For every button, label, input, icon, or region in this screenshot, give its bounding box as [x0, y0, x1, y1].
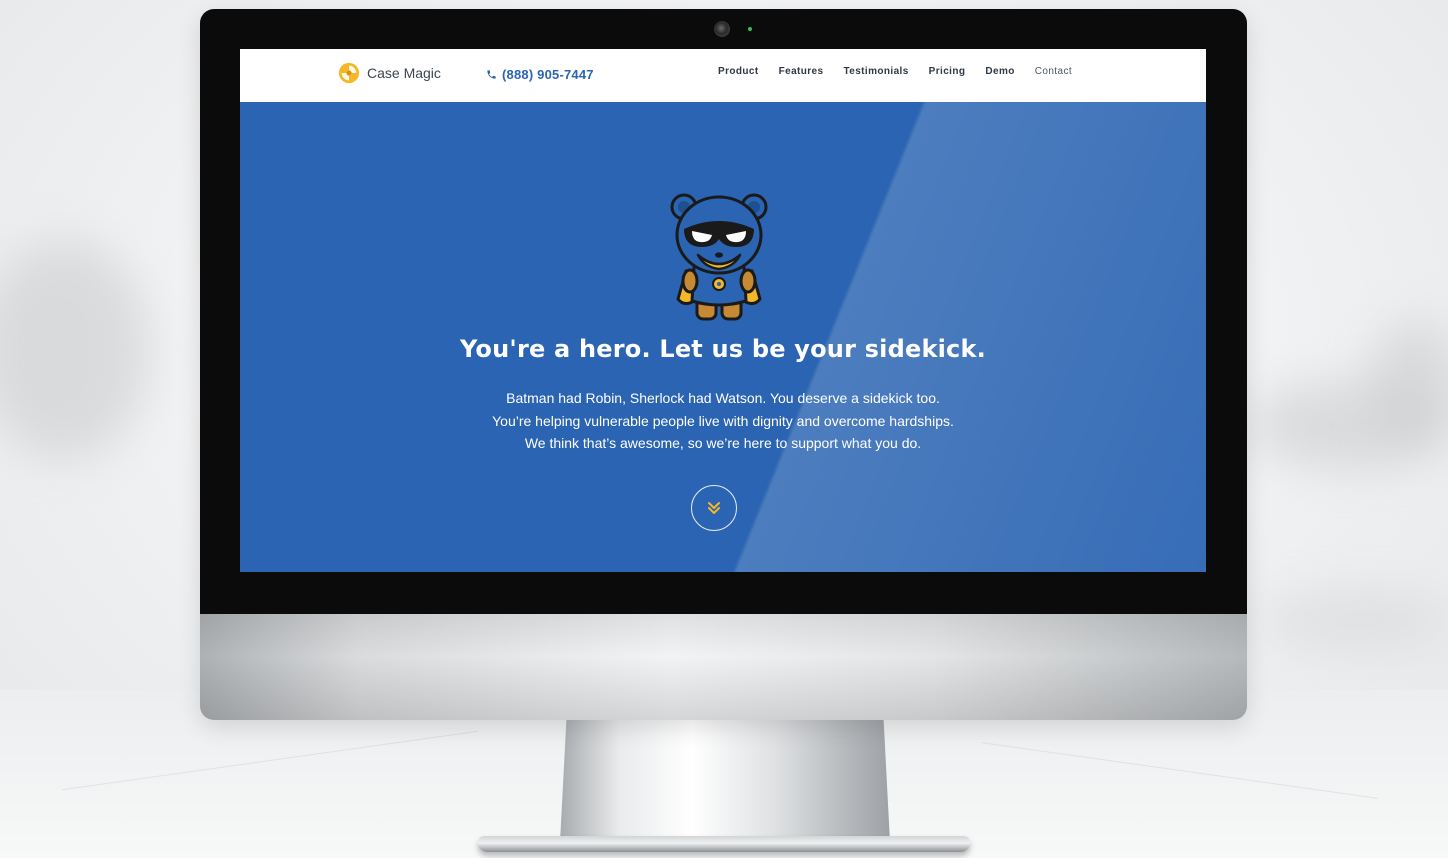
nav-item-demo[interactable]: Demo [985, 66, 1014, 77]
hero-subtext-line: We think that’s awesome, so we’re here t… [524, 435, 922, 451]
nav-item-product[interactable]: Product [718, 66, 759, 77]
phone-icon [487, 69, 496, 79]
scroll-down-button[interactable] [691, 485, 737, 531]
background-blur [0, 240, 150, 460]
nav-item-features[interactable]: Features [779, 66, 824, 77]
hero-subtext: Batman had Robin, Sherlock had Watson. Y… [240, 387, 1206, 455]
monitor-stand-base [478, 836, 970, 852]
nav-item-pricing[interactable]: Pricing [929, 66, 966, 77]
hero-bear-mascot-icon [670, 193, 768, 321]
brand-name: Case Magic [367, 65, 441, 81]
hero-subtext-line: You’re helping vulnerable people live wi… [492, 412, 954, 429]
hero-headline: You're a hero. Let us be your sidekick. [460, 335, 986, 363]
monitor-chin-shade [200, 614, 1247, 720]
background-blur [1260, 590, 1448, 650]
nav-item-contact[interactable]: Contact [1035, 66, 1072, 77]
main-nav: Product Features Testimonials Pricing De… [718, 66, 1072, 77]
camera-led [748, 27, 752, 31]
hero-subtext-line: Batman had Robin, Sherlock had Watson. Y… [506, 390, 940, 406]
monitor-stand [560, 716, 890, 842]
site-navbar: Case Magic (888) 905-7447 Product Featur… [240, 49, 1206, 102]
camera-icon [714, 21, 730, 37]
monitor: Case Magic (888) 905-7447 Product Featur… [200, 9, 1247, 720]
phone-link[interactable]: (888) 905-7447 [486, 64, 594, 84]
double-chevron-down-icon [708, 502, 720, 514]
nav-item-testimonials[interactable]: Testimonials [843, 66, 908, 77]
brand[interactable]: Case Magic [338, 61, 441, 85]
screen: Case Magic (888) 905-7447 Product Featur… [240, 49, 1206, 572]
case-magic-logo-icon [338, 62, 360, 84]
phone-number: (888) 905-7447 [502, 66, 594, 82]
